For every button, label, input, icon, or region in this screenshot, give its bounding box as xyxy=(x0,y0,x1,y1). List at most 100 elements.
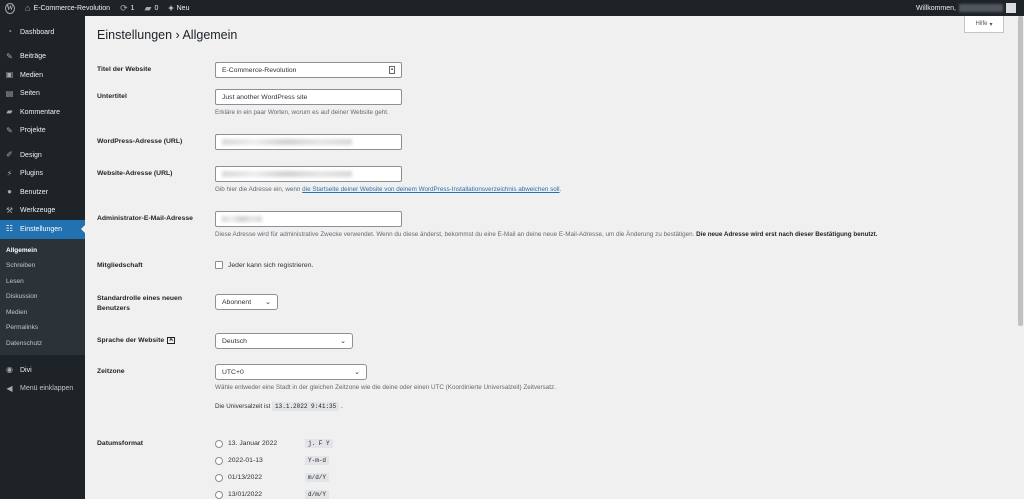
date-format-display: 13/01/2022 xyxy=(228,491,263,498)
language-value: Deutsch xyxy=(222,337,247,345)
redacted-url xyxy=(222,139,352,145)
site-address-input[interactable] xyxy=(215,166,402,182)
comment-icon: ▰ xyxy=(144,2,152,13)
admin-email-input[interactable] xyxy=(215,211,402,227)
universal-time: Die Universalzeit ist 13.1.2022 9:41:35 … xyxy=(215,402,343,411)
date-format-code: d/m/Y xyxy=(305,490,330,499)
utc-suffix: . xyxy=(341,403,343,410)
tagline-value: Just another WordPress site xyxy=(222,93,308,101)
date-format-option[interactable]: 13. Januar 2022 j. F Y xyxy=(215,439,333,448)
menu-comments[interactable]: ▰ Kommentare xyxy=(0,103,85,122)
menu-tools[interactable]: ⚒ Werkzeuge xyxy=(0,202,85,221)
site-name-link[interactable]: ⌂ E-Commerce-Revolution xyxy=(20,0,115,16)
new-content-link[interactable]: + Neu xyxy=(163,0,194,16)
menu-label: Werkzeuge xyxy=(20,207,56,215)
scrollbar-thumb[interactable] xyxy=(1018,16,1023,326)
menu-label: Einstellungen xyxy=(20,225,63,233)
radio-button[interactable] xyxy=(215,439,223,448)
timezone-description: Wähle entweder eine Stadt in der gleiche… xyxy=(215,384,556,391)
utc-prefix: Die Universalzeit ist xyxy=(215,403,271,410)
site-title-input[interactable]: E-Commerce-Revolution ▪ xyxy=(215,62,402,78)
menu-label: Design xyxy=(20,151,42,159)
comments-link[interactable]: ▰ 0 xyxy=(140,0,164,16)
default-role-select[interactable]: Abonnent ⌄ xyxy=(215,294,278,310)
submenu-general[interactable]: Allgemein xyxy=(0,243,85,259)
date-format-option[interactable]: 13/01/2022 d/m/Y xyxy=(215,490,330,499)
menu-users[interactable]: ● Benutzer xyxy=(0,183,85,202)
menu-projects[interactable]: ✎ Projekte xyxy=(0,122,85,141)
collapse-icon: ◀ xyxy=(6,383,13,393)
translation-icon: A xyxy=(167,336,176,344)
pin-icon: ✎ xyxy=(6,51,13,61)
wrench-icon: ⚒ xyxy=(5,205,14,215)
home-icon: ⌂ xyxy=(25,2,31,13)
timezone-value: UTC+0 xyxy=(222,368,244,376)
menu-label: Projekte xyxy=(20,127,46,135)
membership-checkbox-label: Jeder kann sich registrieren. xyxy=(228,261,314,269)
membership-label: Mitgliedschaft xyxy=(97,262,143,269)
menu-pages[interactable]: ▤ Seiten xyxy=(0,85,85,104)
redacted-url xyxy=(222,171,352,177)
collapse-menu-button[interactable]: ◀ Menü einklappen xyxy=(0,380,85,399)
site-title-value: E-Commerce-Revolution xyxy=(222,66,297,74)
chevron-down-icon: ⌄ xyxy=(265,299,271,306)
refresh-icon: ⟳ xyxy=(120,2,128,13)
menu-plugins[interactable]: ⚡ Plugins xyxy=(0,165,85,184)
submenu-permalinks[interactable]: Permalinks xyxy=(0,320,85,336)
media-icon: ▣ xyxy=(5,70,14,80)
menu-label: Menü einklappen xyxy=(20,385,74,393)
page-scrollbar[interactable] xyxy=(1017,16,1024,499)
radio-button[interactable] xyxy=(215,456,223,465)
tagline-label: Untertitel xyxy=(97,93,127,100)
site-address-label: Website-Adresse (URL) xyxy=(97,170,173,177)
timezone-select[interactable]: UTC+0 ⌄ xyxy=(215,364,367,380)
submenu-privacy[interactable]: Datenschutz xyxy=(0,336,85,352)
wp-address-input[interactable] xyxy=(215,134,402,150)
site-address-description: Gib hier die Adresse ein, wenn die Start… xyxy=(215,186,561,193)
divi-icon: ◉ xyxy=(6,365,13,375)
settings-submenu: Allgemein Schreiben Lesen Diskussion Med… xyxy=(0,238,85,355)
tagline-description: Erkläre in ein paar Worten, worum es auf… xyxy=(215,109,389,116)
chevron-down-icon: ⌄ xyxy=(340,338,346,345)
menu-design[interactable]: ✐ Design xyxy=(0,146,85,165)
menu-settings[interactable]: ☷ Einstellungen xyxy=(0,220,85,239)
site-name: E-Commerce-Revolution xyxy=(33,4,111,12)
tagline-input[interactable]: Just another WordPress site xyxy=(215,89,402,105)
menu-posts[interactable]: ✎ Beiträge xyxy=(0,48,85,67)
date-format-option[interactable]: 01/13/2022 m/d/Y xyxy=(215,473,330,482)
main-content: Hilfe ▾ Einstellungen › Allgemein Titel … xyxy=(85,16,1024,499)
help-label: Hilfe xyxy=(975,21,988,27)
admin-email-description: Diese Adresse wird für administrative Zw… xyxy=(215,231,878,238)
wp-address-label: WordPress-Adresse (URL) xyxy=(97,138,183,145)
membership-checkbox[interactable] xyxy=(215,261,223,269)
radio-button[interactable] xyxy=(215,490,223,499)
pages-icon: ▤ xyxy=(5,88,14,98)
password-manager-icon[interactable]: ▪ xyxy=(389,66,395,74)
radio-button[interactable] xyxy=(215,473,223,482)
menu-label: Beiträge xyxy=(20,53,47,61)
site-address-help-link[interactable]: die Startseite deiner Website von deinem… xyxy=(302,186,559,193)
menu-label: Dashboard xyxy=(20,28,55,36)
wordpress-logo-button[interactable]: W xyxy=(0,0,20,16)
language-select[interactable]: Deutsch ⌄ xyxy=(215,333,353,349)
date-format-code: m/d/Y xyxy=(305,473,330,482)
chevron-down-icon: ⌄ xyxy=(354,369,360,376)
menu-label: Medien xyxy=(20,71,43,79)
date-format-display: 13. Januar 2022 xyxy=(228,440,278,447)
desc-bold-text: Die neue Adresse wird erst nach dieser B… xyxy=(696,231,878,238)
date-format-option[interactable]: 2022-01-13 Y-m-d xyxy=(215,456,330,465)
updates-link[interactable]: ⟳ 1 xyxy=(115,0,139,16)
submenu-discussion[interactable]: Diskussion xyxy=(0,289,85,305)
my-account-link[interactable]: Willkommen, xyxy=(916,3,1024,13)
menu-divi[interactable]: ◉ Divi xyxy=(0,361,85,380)
menu-dashboard[interactable]: ◔ Dashboard xyxy=(0,23,85,42)
page-title: Einstellungen › Allgemein xyxy=(97,28,238,42)
submenu-media[interactable]: Medien xyxy=(0,305,85,321)
menu-media[interactable]: ▣ Medien xyxy=(0,66,85,85)
submenu-writing[interactable]: Schreiben xyxy=(0,258,85,274)
welcome-text: Willkommen, xyxy=(915,4,956,12)
submenu-reading[interactable]: Lesen xyxy=(0,274,85,290)
default-role-value: Abonnent xyxy=(222,298,252,306)
menu-label: Seiten xyxy=(20,90,40,98)
help-tab-button[interactable]: Hilfe ▾ xyxy=(964,16,1004,33)
